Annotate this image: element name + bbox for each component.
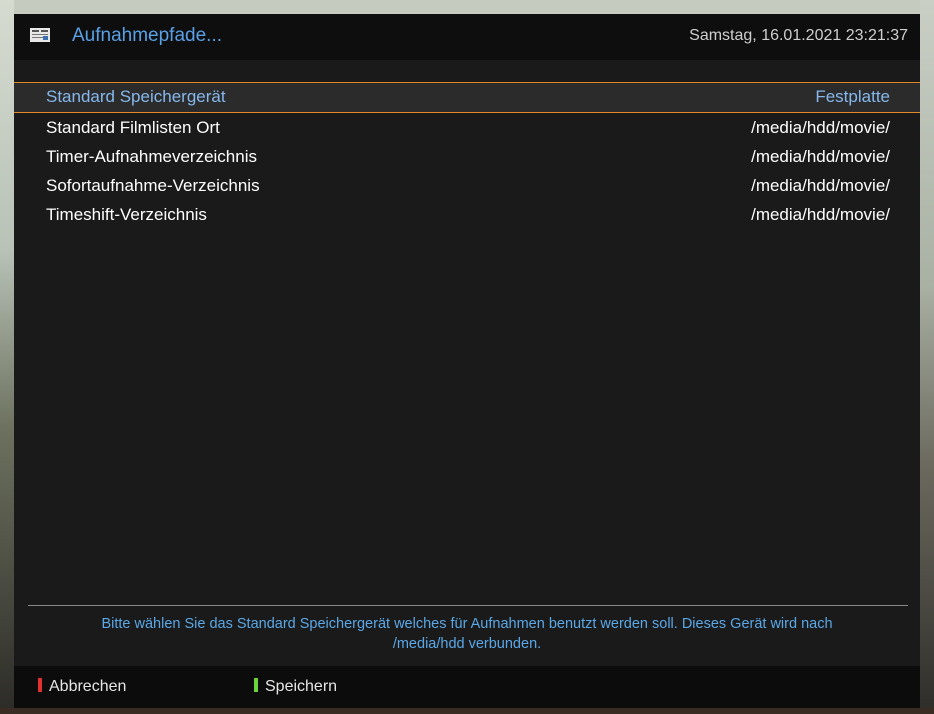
recording-paths-window: Aufnahmepfade... Samstag, 16.01.2021 23:…: [14, 14, 920, 708]
green-key-icon: [254, 678, 258, 692]
save-button[interactable]: Speichern: [254, 678, 337, 696]
list-item-value: /media/hdd/movie/: [751, 205, 890, 224]
list-item-label: Sofortaufnahme-Verzeichnis: [46, 176, 260, 195]
list-item-timeshift-dir[interactable]: Timeshift-Verzeichnis /media/hdd/movie/: [14, 200, 920, 229]
list-item-value: /media/hdd/movie/: [751, 118, 890, 137]
list-item-movie-list-location[interactable]: Standard Filmlisten Ort /media/hdd/movie…: [14, 113, 920, 142]
page-title: Aufnahmepfade...: [72, 25, 222, 46]
list-item-value: /media/hdd/movie/: [751, 176, 890, 195]
help-text-line: Bitte wählen Sie das Standard Speicherge…: [101, 616, 833, 632]
menu-card-icon: [30, 28, 50, 42]
cancel-button-label: Abbrechen: [49, 678, 127, 695]
background-right: [920, 0, 934, 714]
list-item-label: Timer-Aufnahmeverzeichnis: [46, 147, 257, 166]
title-bar: Aufnahmepfade... Samstag, 16.01.2021 23:…: [14, 14, 920, 60]
list-item-instant-recording-dir[interactable]: Sofortaufnahme-Verzeichnis /media/hdd/mo…: [14, 171, 920, 200]
date-time: Samstag, 16.01.2021 23:21:37: [689, 27, 908, 44]
list-item-value: /media/hdd/movie/: [751, 147, 890, 166]
background-bottom: [0, 708, 934, 714]
help-text-line: /media/hdd verbunden.: [392, 636, 542, 652]
red-key-icon: [38, 678, 42, 692]
list-item-label: Standard Filmlisten Ort: [46, 118, 220, 137]
list-item-value: Festplatte: [815, 87, 890, 106]
save-button-label: Speichern: [265, 678, 338, 695]
list-item-label: Timeshift-Verzeichnis: [46, 205, 207, 224]
list-item-label: Standard Speichergerät: [46, 87, 226, 106]
settings-list: Standard Speichergerät Festplatte Standa…: [14, 82, 920, 229]
background-left: [0, 0, 14, 714]
help-divider: [28, 605, 908, 606]
cancel-button[interactable]: Abbrechen: [38, 678, 126, 696]
help-text: Bitte wählen Sie das Standard Speicherge…: [34, 614, 900, 654]
list-item-standard-storage[interactable]: Standard Speichergerät Festplatte: [14, 82, 920, 113]
footer-bar: Abbrechen Speichern: [14, 666, 920, 708]
list-item-timer-recording-dir[interactable]: Timer-Aufnahmeverzeichnis /media/hdd/mov…: [14, 142, 920, 171]
background-top: [0, 0, 934, 14]
